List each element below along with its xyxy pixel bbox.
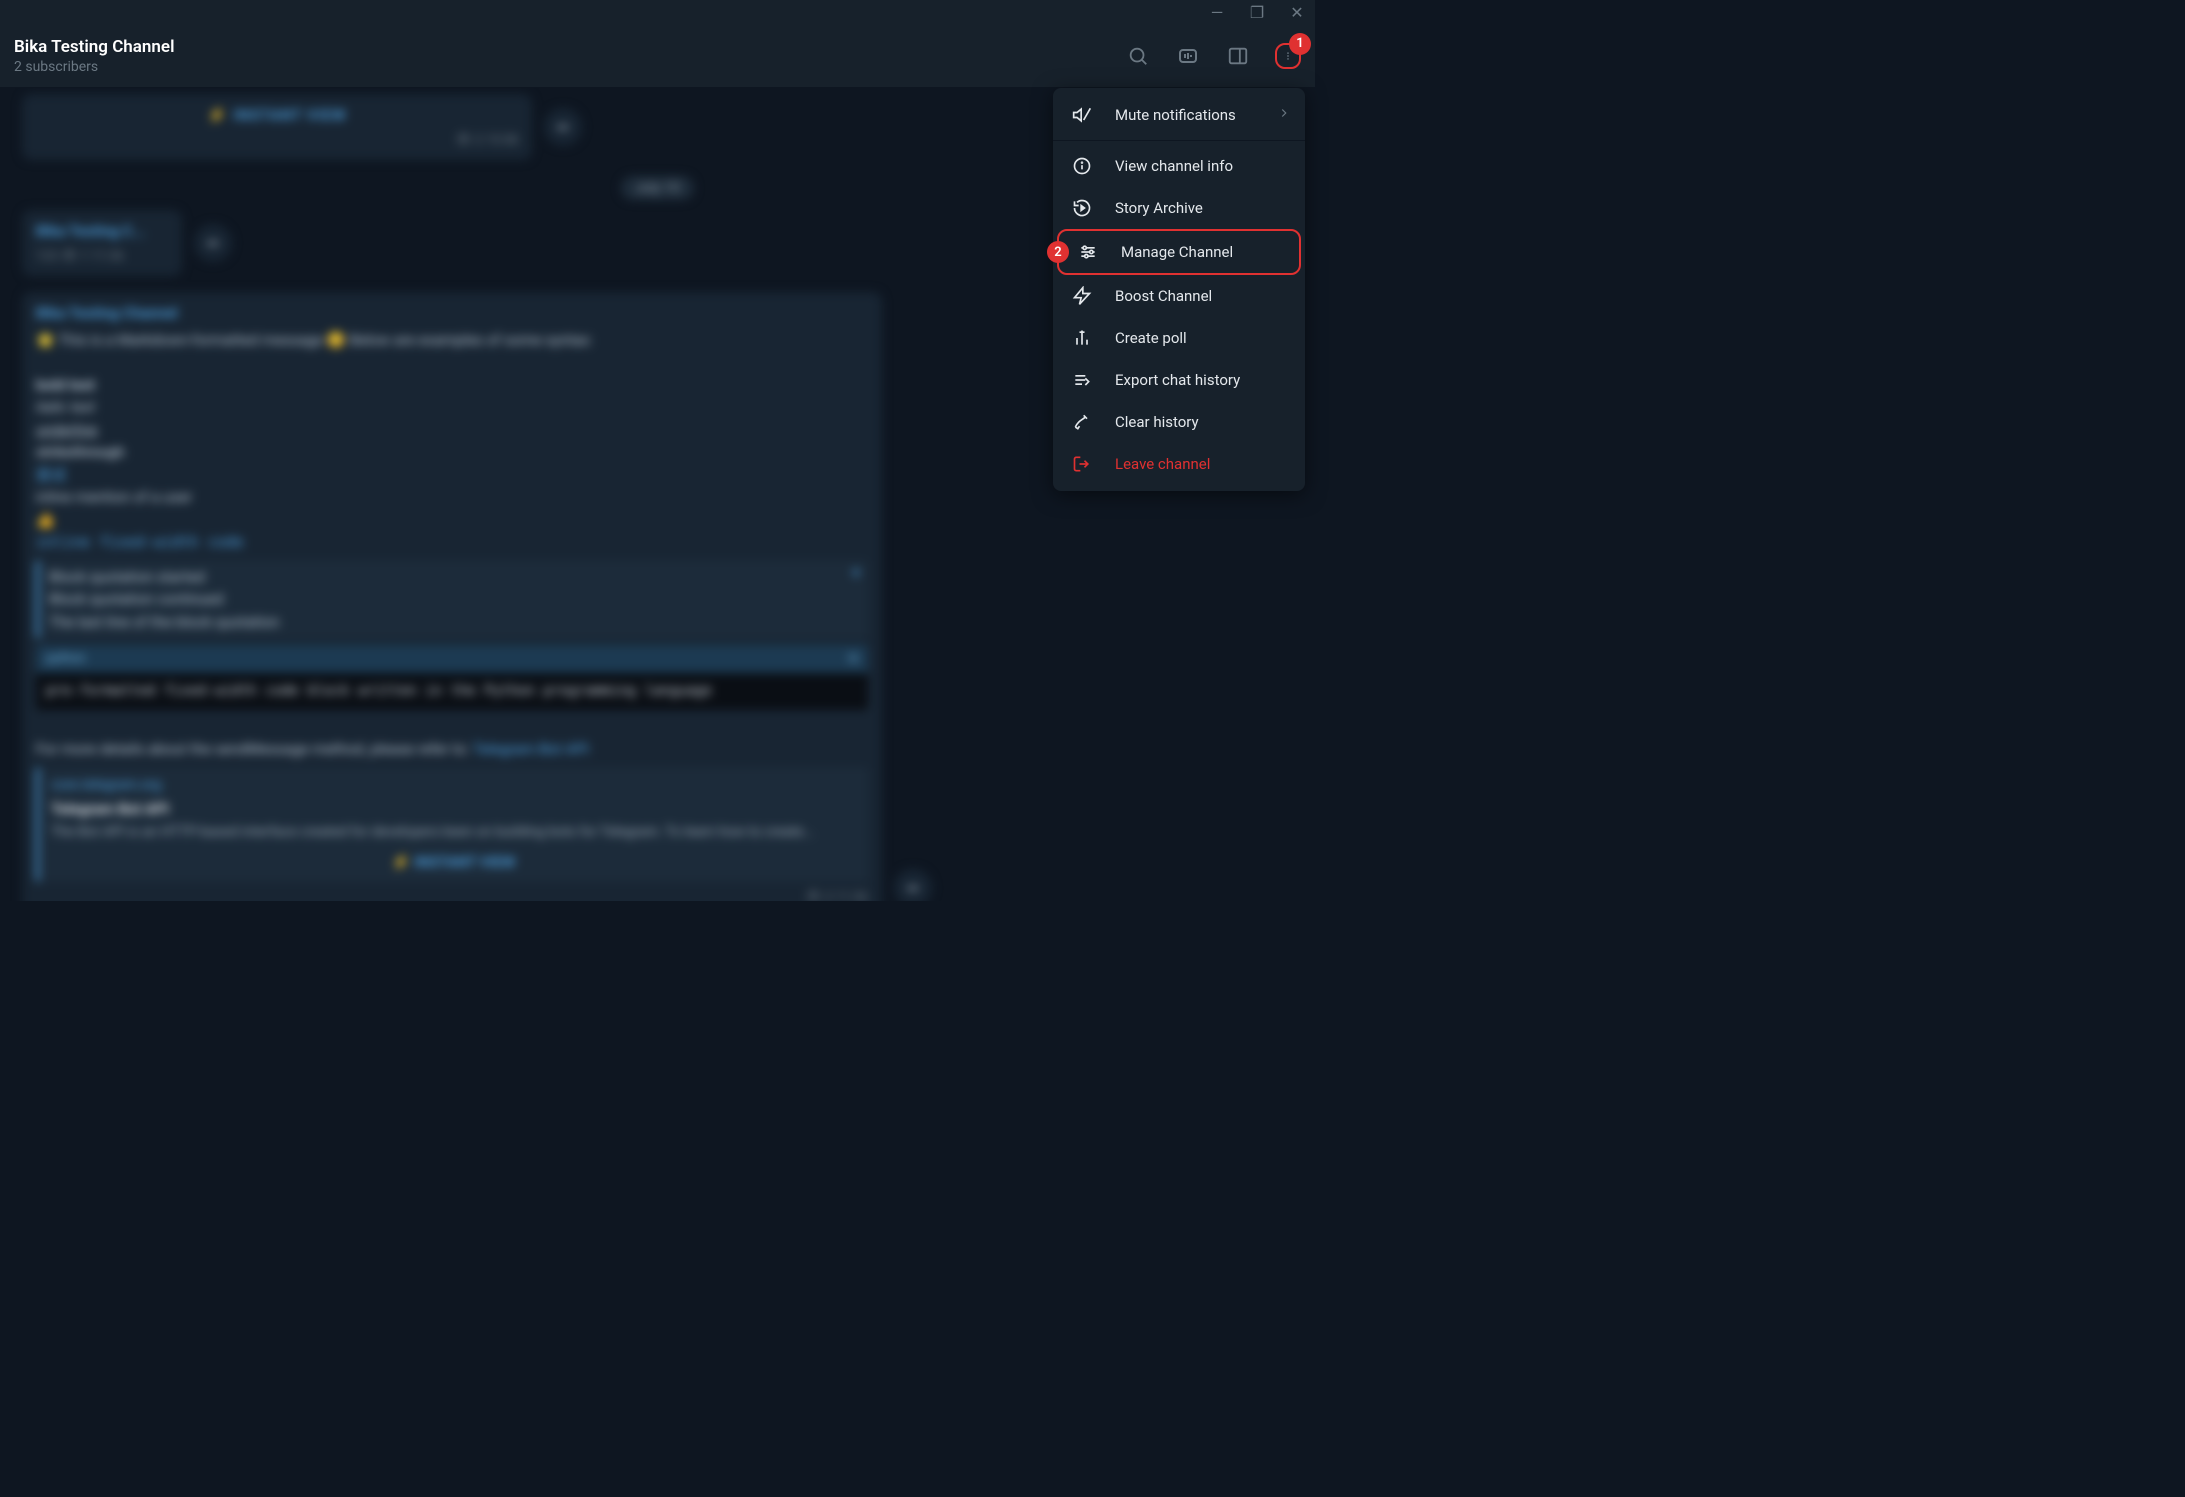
menu-label: Export chat history <box>1115 371 1240 389</box>
maximize-button[interactable]: ❐ <box>1247 2 1267 22</box>
chevron-right-icon <box>1277 106 1291 124</box>
date-pill: July 10 <box>621 176 694 200</box>
link-title: Telegram Bot API <box>51 798 856 821</box>
story-archive-item[interactable]: Story Archive <box>1053 187 1305 229</box>
minimize-button[interactable]: — <box>1207 2 1227 22</box>
link-description: The Bot API is an HTTP-based interface c… <box>51 822 856 843</box>
code-language-label: python <box>46 649 85 669</box>
window-titlebar: — ❐ ✕ <box>0 0 1315 24</box>
annotation-badge-1: 1 <box>1289 33 1311 55</box>
message-text: underline <box>36 419 868 442</box>
options-dropdown-menu: Mute notifications View channel info Sto… <box>1053 88 1305 491</box>
leave-icon <box>1071 453 1093 475</box>
clear-history-item[interactable]: Clear history <box>1053 401 1305 443</box>
menu-label: Manage Channel <box>1121 243 1233 261</box>
copy-code-icon[interactable]: ⧉ <box>849 649 858 669</box>
message-text: For more details about the sendMessage m… <box>36 738 868 761</box>
message-bubble[interactable]: INSTANT VIEW 2 15:58 ➦ <box>22 94 532 160</box>
export-chat-history-item[interactable]: Export chat history <box>1053 359 1305 401</box>
code-block: python ⧉ pre-formatted fixed-width code b… <box>36 645 868 710</box>
message-meta: 123 👁 1 11:36 <box>36 247 168 267</box>
message-link[interactable]: Telegram Bot API <box>473 740 589 758</box>
export-icon <box>1071 369 1093 391</box>
subscriber-count: 2 subscribers <box>14 59 1125 75</box>
message-text: ⭐ This is a Markdown-formatted message 😊… <box>36 329 868 352</box>
share-icon[interactable]: ➦ <box>894 869 932 901</box>
close-window-button[interactable]: ✕ <box>1287 2 1307 22</box>
view-channel-info-item[interactable]: View channel info <box>1053 145 1305 187</box>
message-link[interactable]: 尝试 <box>36 464 868 487</box>
channel-info[interactable]: Bika Testing Channel 2 subscribers <box>14 37 1125 75</box>
message-text: inline mention of a user <box>36 486 868 509</box>
archive-icon <box>1071 197 1093 219</box>
message-meta: 👁 2 11:36 <box>36 888 868 902</box>
mute-icon <box>1071 104 1093 126</box>
sidebar-toggle-icon[interactable] <box>1225 43 1251 69</box>
channel-title: Bika Testing Channel <box>14 37 1125 57</box>
menu-label: Story Archive <box>1115 199 1203 217</box>
info-icon <box>1071 155 1093 177</box>
message-emoji: 👍 <box>36 509 868 532</box>
menu-label: Boost Channel <box>1115 287 1212 305</box>
collapse-icon[interactable]: ▼ <box>850 564 862 582</box>
boost-channel-item[interactable]: Boost Channel <box>1053 275 1305 317</box>
channel-name-label: Bika Testing C... <box>36 220 168 243</box>
boost-icon <box>1071 285 1093 307</box>
channel-name-label: Bika Testing Channel <box>36 302 868 325</box>
share-icon[interactable]: ➦ <box>194 224 232 262</box>
leave-channel-item[interactable]: Leave channel <box>1053 443 1305 485</box>
instant-view-button[interactable]: INSTANT VIEW <box>36 104 518 127</box>
poll-icon <box>1071 327 1093 349</box>
search-icon[interactable] <box>1125 43 1151 69</box>
create-poll-item[interactable]: Create poll <box>1053 317 1305 359</box>
message-text: strikethrough <box>36 441 868 464</box>
message-text: italic text <box>36 396 868 419</box>
link-site: core.telegram.org <box>51 775 856 796</box>
menu-label: Leave channel <box>1115 455 1210 473</box>
voice-chat-icon[interactable] <box>1175 43 1201 69</box>
link-preview-card[interactable]: core.telegram.org Telegram Bot API The B… <box>36 767 868 882</box>
menu-label: Clear history <box>1115 413 1199 431</box>
menu-label: Create poll <box>1115 329 1187 347</box>
clear-icon <box>1071 411 1093 433</box>
menu-label: Mute notifications <box>1115 106 1236 124</box>
message-bubble[interactable]: Bika Testing Channel ⭐ This is a Markdow… <box>22 292 882 901</box>
annotation-badge-2: 2 <box>1047 241 1069 263</box>
share-icon[interactable]: ➦ <box>544 108 582 146</box>
manage-channel-item[interactable]: 2 Manage Channel <box>1057 229 1301 275</box>
inline-code: inline fixed-width code <box>36 531 868 554</box>
menu-label: View channel info <box>1115 157 1233 175</box>
message-text: bold text <box>36 374 868 397</box>
manage-icon <box>1077 241 1099 263</box>
block-quote: Block quotation started Block quotation … <box>36 560 868 640</box>
chat-header: Bika Testing Channel 2 subscribers 1 <box>0 24 1315 88</box>
code-content: pre-formatted fixed-width code block wri… <box>36 673 868 710</box>
message-meta: 2 15:58 <box>36 131 518 151</box>
menu-separator <box>1053 140 1305 141</box>
instant-view-button[interactable]: ⚡ INSTANT VIEW <box>51 851 856 874</box>
message-bubble[interactable]: Bika Testing C... 123 👁 1 11:36 ➦ <box>22 210 182 276</box>
mute-notifications-item[interactable]: Mute notifications <box>1053 94 1305 136</box>
